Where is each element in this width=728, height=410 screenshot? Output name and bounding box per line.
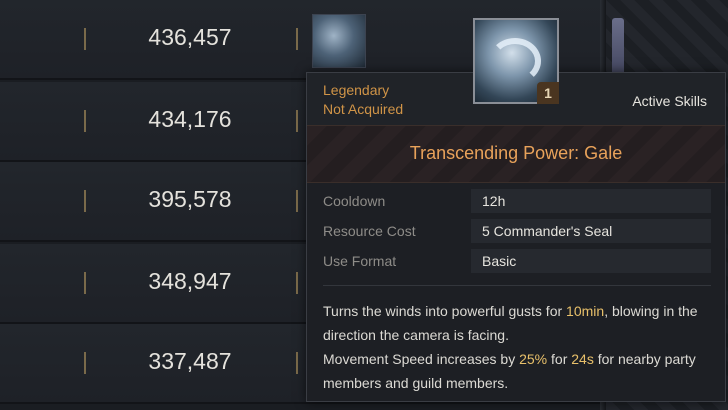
stat-label: Resource Cost: [323, 223, 416, 239]
skill-name: Transcending Power: Gale: [409, 143, 623, 163]
column-divider: [84, 28, 86, 50]
column-divider: [84, 190, 86, 212]
desc-text: Turns the winds into powerful gusts for: [323, 303, 567, 319]
skill-stats: Cooldown 12h Resource Cost 5 Commander's…: [323, 187, 711, 277]
skill-name-band: Transcending Power: Gale: [307, 125, 725, 183]
skill-description: Turns the winds into powerful gusts for …: [323, 299, 713, 395]
score-value: 436,457: [148, 24, 232, 50]
column-divider: [296, 272, 298, 294]
skill-tooltip: Legendary Not Acquired Active Skills 1 T…: [306, 18, 726, 402]
swirl-graphic: [489, 38, 541, 84]
column-divider: [296, 110, 298, 132]
stat-label: Cooldown: [323, 193, 386, 209]
stat-row-cooldown: Cooldown 12h: [323, 187, 711, 217]
score-value: 395,578: [148, 186, 232, 212]
column-divider: [84, 352, 86, 374]
score-value: 337,487: [148, 348, 232, 374]
stat-row-use-format: Use Format Basic: [323, 247, 711, 277]
column-divider: [84, 110, 86, 132]
tooltip-separator: [323, 285, 711, 286]
desc-text: Movement Speed increases by: [323, 351, 520, 367]
column-divider: [296, 28, 298, 50]
score-value: 434,176: [148, 106, 232, 132]
desc-highlight: 25%: [519, 351, 548, 367]
column-divider: [84, 272, 86, 294]
wind-swirl-icon: 1: [473, 18, 559, 104]
stat-value: 5 Commander's Seal: [471, 219, 711, 243]
desc-highlight: 24s: [571, 351, 594, 367]
rarity-text: Legendary: [323, 82, 390, 98]
desc-highlight: 10min: [566, 303, 605, 319]
tooltip-header: Legendary Not Acquired Active Skills 1: [307, 18, 725, 125]
count-badge: 1: [537, 82, 559, 104]
desc-text: for: [547, 351, 572, 367]
rarity-label: Legendary Not Acquired: [323, 81, 403, 119]
column-divider: [296, 190, 298, 212]
stat-row-resource-cost: Resource Cost 5 Commander's Seal: [323, 217, 711, 247]
wind-swirl-icon[interactable]: [312, 14, 366, 68]
stat-value: Basic: [471, 249, 711, 273]
stat-value: 12h: [471, 189, 711, 213]
column-divider: [296, 352, 298, 374]
skill-category: Active Skills: [632, 93, 707, 109]
acquired-status: Not Acquired: [323, 101, 404, 117]
score-value: 348,947: [148, 268, 232, 294]
stat-label: Use Format: [323, 253, 397, 269]
